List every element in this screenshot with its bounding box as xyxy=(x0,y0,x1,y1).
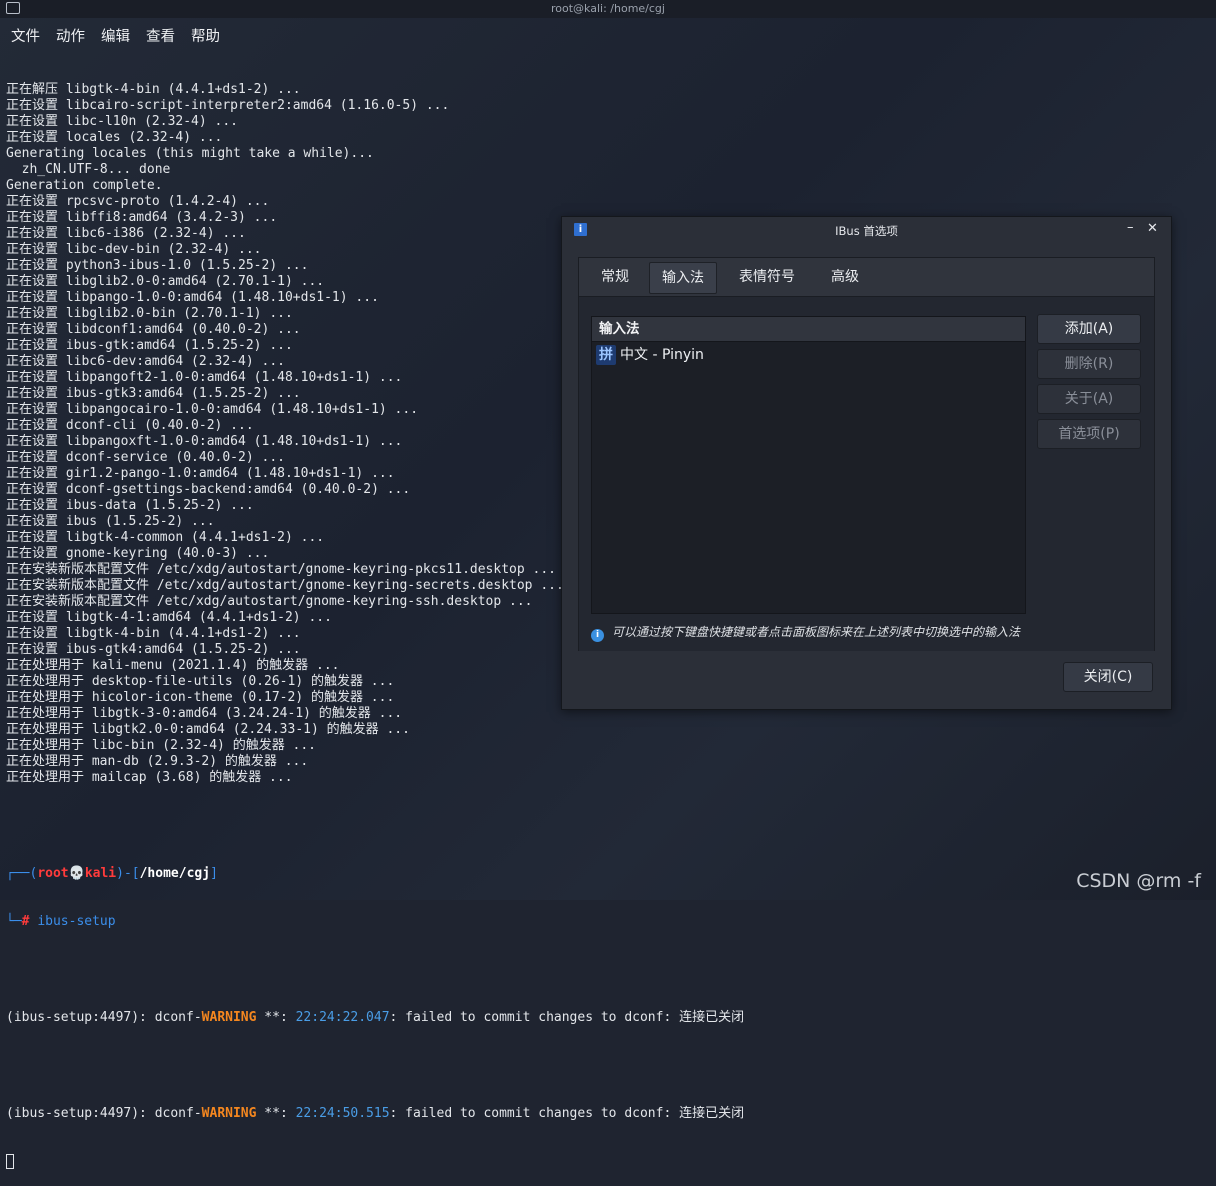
prompt-line: ┌──(root💀kali)-[/home/cgj] xyxy=(6,866,218,881)
typed-command: ibus-setup xyxy=(37,914,116,929)
tab-emoji[interactable]: 表情符号 xyxy=(727,262,807,292)
info-hint: i 可以通过按下键盘快捷键或者点击面板图标来在上述列表中切换选中的输入法 xyxy=(591,623,1020,642)
tab-advanced[interactable]: 高级 xyxy=(819,262,871,292)
remove-button[interactable]: 删除(R) xyxy=(1037,349,1141,379)
command-line: └─# ibus-setup xyxy=(6,914,116,929)
terminal-title: root@kali: /home/cgj xyxy=(551,2,665,15)
terminal-menubar: 文件 动作 编辑 查看 帮助 xyxy=(0,20,1216,48)
terminal-line: 正在设置 libcairo-script-interpreter2:amd64 … xyxy=(6,98,450,113)
terminal-line: 正在处理用于 man-db (2.9.3-2) 的触发器 ... xyxy=(6,754,309,769)
info-text: 可以通过按下键盘快捷键或者点击面板图标来在上述列表中切换选中的输入法 xyxy=(612,625,1021,639)
dialog-title: IBus 首选项 xyxy=(835,224,898,238)
prompt-host: kali xyxy=(84,866,117,881)
close-button[interactable]: 关闭(C) xyxy=(1063,662,1153,692)
terminal-line: 正在解压 libgtk-4-bin (4.4.1+ds1-2) ... xyxy=(6,82,301,97)
terminal-line: 正在处理用于 libc-bin (2.32-4) 的触发器 ... xyxy=(6,738,317,753)
info-icon: i xyxy=(591,629,604,642)
menu-help[interactable]: 帮助 xyxy=(191,25,220,46)
prompt-user: root xyxy=(37,866,69,881)
terminal-line: zh_CN.UTF-8... done xyxy=(6,162,171,177)
terminal-line: Generation complete. xyxy=(6,178,163,193)
terminal-cursor xyxy=(6,1154,14,1169)
close-icon[interactable]: ✕ xyxy=(1147,221,1158,236)
about-button[interactable]: 关于(A) xyxy=(1037,384,1141,414)
input-method-panel: 输入法 拼中文 - Pinyin 添加(A) 删除(R) 关于(A) 首选项(P… xyxy=(579,296,1154,651)
minimize-icon[interactable]: – xyxy=(1127,220,1134,235)
ibus-preferences-dialog: i IBus 首选项 – ✕ 常规 输入法 表情符号 高级 输入法 拼中文 - … xyxy=(561,216,1172,710)
prompt-path: /home/cgj xyxy=(139,866,211,881)
tab-input-method[interactable]: 输入法 xyxy=(649,262,717,294)
preferences-button[interactable]: 首选项(P) xyxy=(1037,419,1141,449)
list-header: 输入法 xyxy=(592,317,1025,342)
prompt-hash: # xyxy=(21,914,30,929)
pinyin-icon: 拼 xyxy=(596,345,616,365)
tab-bar: 常规 输入法 表情符号 高级 xyxy=(579,258,1154,296)
list-item[interactable]: 拼中文 - Pinyin xyxy=(592,342,1025,368)
menu-view[interactable]: 查看 xyxy=(146,25,175,46)
terminal-line: 正在设置 libc-l10n (2.32-4) ... xyxy=(6,114,239,129)
terminal-line: 正在设置 rpcsvc-proto (1.4.2-4) ... xyxy=(6,194,270,209)
tab-general[interactable]: 常规 xyxy=(589,262,641,292)
terminal-titlebar: root@kali: /home/cgj xyxy=(0,0,1216,18)
cursor-line xyxy=(6,1154,1210,1170)
engine-label: 中文 - Pinyin xyxy=(620,347,704,363)
terminal-line: Generating locales (this might take a wh… xyxy=(6,146,374,161)
terminal-line: 正在处理用于 libgtk2.0-0:amd64 (2.24.33-1) 的触发… xyxy=(6,722,410,737)
warning-line: (ibus-setup:4497): dconf-WARNING **: 22:… xyxy=(6,1106,745,1121)
menu-file[interactable]: 文件 xyxy=(11,25,40,46)
warning-line: (ibus-setup:4497): dconf-WARNING **: 22:… xyxy=(6,1010,745,1025)
menu-edit[interactable]: 编辑 xyxy=(101,25,130,46)
watermark: CSDN @rm -f xyxy=(1076,870,1201,892)
input-method-list[interactable]: 输入法 拼中文 - Pinyin xyxy=(591,316,1026,614)
preferences-notebook: 常规 输入法 表情符号 高级 输入法 拼中文 - Pinyin 添加(A) 删除… xyxy=(578,257,1155,651)
add-button[interactable]: 添加(A) xyxy=(1037,314,1141,344)
terminal-line: 正在处理用于 mailcap (3.68) 的触发器 ... xyxy=(6,770,293,785)
menu-action[interactable]: 动作 xyxy=(56,25,85,46)
skull-icon: 💀 xyxy=(68,866,85,881)
terminal-line: 正在设置 locales (2.32-4) ... xyxy=(6,130,223,145)
